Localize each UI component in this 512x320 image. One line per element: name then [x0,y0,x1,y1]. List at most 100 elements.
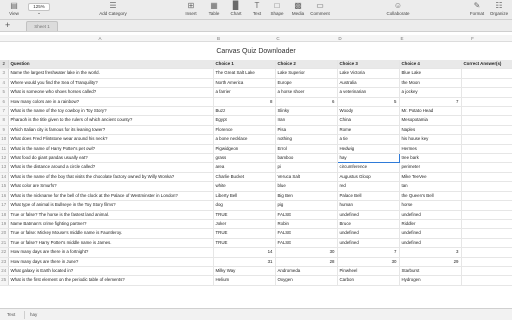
table-cell[interactable]: 29 [399,257,462,267]
row-number[interactable]: 2 [0,60,9,70]
column-header-b[interactable]: B [190,35,247,42]
table-cell[interactable]: Name the largest freshwater lake in the … [8,68,214,79]
row-number[interactable]: 21 [0,238,9,249]
table-cell[interactable] [461,219,512,230]
row-number[interactable]: 18 [0,210,9,220]
table-cell[interactable] [461,78,512,89]
table-cell[interactable]: Andromeda [275,266,338,277]
table-cell[interactable]: Charlie Bucket [213,172,276,183]
table-cell[interactable]: True or false: Mickey Mouse's middle nam… [8,228,214,239]
table-cell[interactable]: TRUE [213,210,276,220]
row-number[interactable]: 16 [0,191,9,202]
collaborate-button[interactable]: ☺ Collaborate [384,1,412,17]
table-cell[interactable]: Slinky [275,106,338,117]
table-cell[interactable] [461,275,512,286]
table-cell[interactable]: How many colors are in a rainbow? [8,97,214,108]
table-cell[interactable]: TRUE [213,228,276,239]
table-cell[interactable]: undefined [337,228,400,239]
table-cell[interactable]: Hydrogen [399,275,462,286]
table-cell[interactable]: Hedwig [337,144,400,155]
add-sheet-icon[interactable]: + [5,21,10,30]
table-cell[interactable] [461,162,512,173]
table-title[interactable]: Canvas Quiz Downloader [0,47,512,56]
table-cell[interactable]: Pisa [275,125,338,136]
table-cell[interactable] [461,87,512,98]
tab-sheet-1[interactable]: Sheet 1 [26,21,58,31]
table-cell[interactable]: hay [336,153,400,164]
table-cell[interactable]: Pinwheel [337,266,400,277]
table-cell[interactable]: undefined [399,210,462,220]
table-cell[interactable] [461,97,512,108]
table-cell[interactable] [461,153,512,164]
format-button[interactable]: ✎ Format [468,1,486,17]
shape-button[interactable]: □ Shape [268,1,286,17]
row-number[interactable]: 7 [0,106,9,117]
table-cell[interactable]: Pigwidgeon [213,144,276,155]
table-cell[interactable]: What is the name of Harry Potter's pet o… [8,144,214,155]
comment-button[interactable]: ▭ Comment [309,1,331,17]
table-cell[interactable]: a veterinarian [337,87,400,98]
table-cell[interactable]: a tie [337,134,400,145]
row-number[interactable]: 23 [0,257,9,267]
table-cell[interactable]: What is the distance around a circle cal… [8,162,214,173]
row-number[interactable]: 25 [0,275,9,286]
table-cell[interactable]: undefined [399,238,462,249]
table-cell[interactable]: Pharaoh is the title given to the rulers… [8,115,214,126]
table-cell[interactable]: Hermes [399,144,462,155]
table-cell[interactable]: a farrier [213,87,276,98]
row-number[interactable]: 8 [0,115,9,126]
table-cell[interactable] [461,125,512,136]
table-cell[interactable] [461,134,512,145]
media-button[interactable]: ▩ Media [289,1,307,17]
table-cell[interactable]: Oxygen [275,275,338,286]
table-cell[interactable]: Where would you find the Sea of Tranquil… [8,78,214,89]
table-cell[interactable]: nothing [275,134,338,145]
table-cell[interactable] [461,181,512,192]
table-cell[interactable] [461,210,512,220]
table-cell[interactable]: 5 [337,97,400,108]
table-cell[interactable]: What does Fred Flintstone wear around hi… [8,134,214,145]
table-cell[interactable]: grass [213,153,276,164]
organize-button[interactable]: ☷ Organize [488,1,510,17]
table-cell[interactable]: Big Ben [275,191,338,202]
table-cell[interactable]: Joker [213,219,276,230]
table-cell[interactable]: a bone necklace [213,134,276,145]
table-cell[interactable]: Name Batman's crime fighting partner? [8,219,214,230]
table-cell[interactable] [461,247,512,258]
column-header-a[interactable]: A [10,35,190,42]
table-cell[interactable]: blue [275,181,338,192]
table-cell[interactable]: What food do giant pandas usually eat? [8,153,214,164]
table-cell[interactable]: tree bark [399,153,462,164]
table-cell[interactable] [461,191,512,202]
table-cell[interactable]: Blue Lake [399,68,462,79]
table-cell[interactable]: Errol [275,144,338,155]
table-cell[interactable] [461,106,512,117]
table-cell[interactable]: What color are Smurfs? [8,181,214,192]
table-cell[interactable]: Mr. Potato Head [399,106,462,117]
table-cell[interactable]: pig [275,200,338,211]
table-cell[interactable]: Veruca Salt [275,172,338,183]
table-cell[interactable]: horse [399,200,462,211]
row-number[interactable]: 14 [0,172,9,183]
table-cell[interactable]: 14 [213,247,276,258]
table-cell[interactable]: Mesopotamia [399,115,462,126]
table-cell[interactable]: Palace Bell [337,191,400,202]
table-cell[interactable]: Bruce [337,219,400,230]
table-button[interactable]: ▦ Table [205,1,223,17]
table-cell[interactable]: red [337,181,400,192]
table-cell[interactable]: Florence [213,125,276,136]
column-header-cell[interactable]: Question [8,60,214,70]
table-cell[interactable] [461,68,512,79]
zoom-select[interactable]: 125% ⌄ [28,3,50,15]
table-cell[interactable]: China [337,115,400,126]
column-header-d[interactable]: D [309,35,371,42]
table-cell[interactable]: human [337,200,400,211]
table-cell[interactable]: 3 [399,247,462,258]
row-number[interactable]: 24 [0,266,9,277]
table-cell[interactable]: Lake Victoria [337,68,400,79]
table-cell[interactable]: What galaxy is Earth located in? [8,266,214,277]
row-number[interactable]: 19 [0,219,9,230]
table-cell[interactable]: How many days are there in a fortnight? [8,247,214,258]
table-cell[interactable]: True or false? The horse is the fastest … [8,210,214,220]
row-number[interactable]: 12 [0,153,9,164]
